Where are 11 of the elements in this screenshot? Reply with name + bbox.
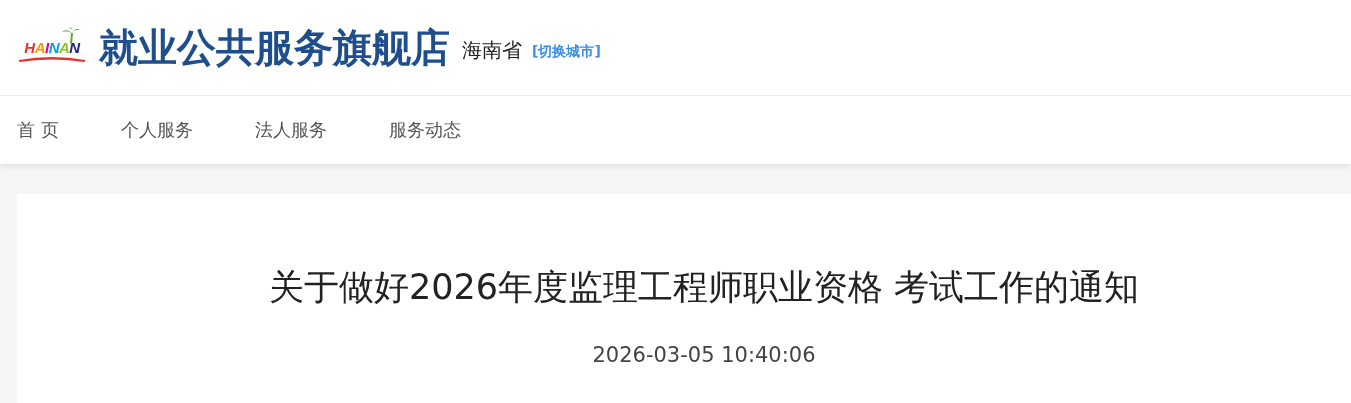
- wave-icon: [19, 56, 85, 62]
- article-date: 2026-03-05 10:40:06: [592, 343, 816, 367]
- nav-item[interactable]: 服务动态: [388, 118, 461, 142]
- nav-item[interactable]: 法人服务: [254, 118, 327, 142]
- site-title: 就业公共服务旗舰店: [99, 23, 450, 72]
- article-title: 关于做好2026年度监理工程师职业资格 考试工作的通知: [268, 266, 1140, 309]
- nav-item[interactable]: 个人服务: [120, 118, 193, 142]
- palm-tree-icon: [61, 25, 81, 44]
- logo-text: HAINAN: [24, 39, 80, 56]
- nav-item[interactable]: 首 页: [17, 118, 59, 142]
- province-label: 海南省: [462, 37, 522, 64]
